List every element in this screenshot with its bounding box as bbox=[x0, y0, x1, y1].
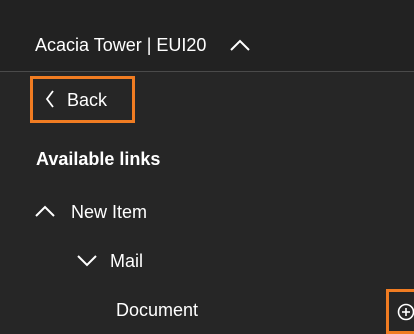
add-circle-icon bbox=[397, 303, 414, 321]
tree-item-mail[interactable]: Mail bbox=[110, 251, 143, 271]
chevron-up-icon[interactable] bbox=[34, 204, 56, 218]
site-header: Acacia Tower | EUI20 bbox=[0, 0, 414, 72]
chevron-down-icon[interactable] bbox=[76, 253, 98, 267]
back-label: Back bbox=[67, 90, 108, 110]
chevron-left-icon bbox=[45, 90, 55, 108]
site-title: Acacia Tower | EUI20 bbox=[35, 35, 207, 55]
chevron-up-icon[interactable] bbox=[229, 38, 251, 52]
back-button[interactable]: Back bbox=[30, 76, 135, 123]
tree-item-new-item[interactable]: New Item bbox=[71, 202, 147, 222]
available-links-heading: Available links bbox=[36, 149, 161, 169]
add-document-button[interactable] bbox=[386, 289, 414, 334]
tree-item-document[interactable]: Document bbox=[116, 300, 198, 320]
